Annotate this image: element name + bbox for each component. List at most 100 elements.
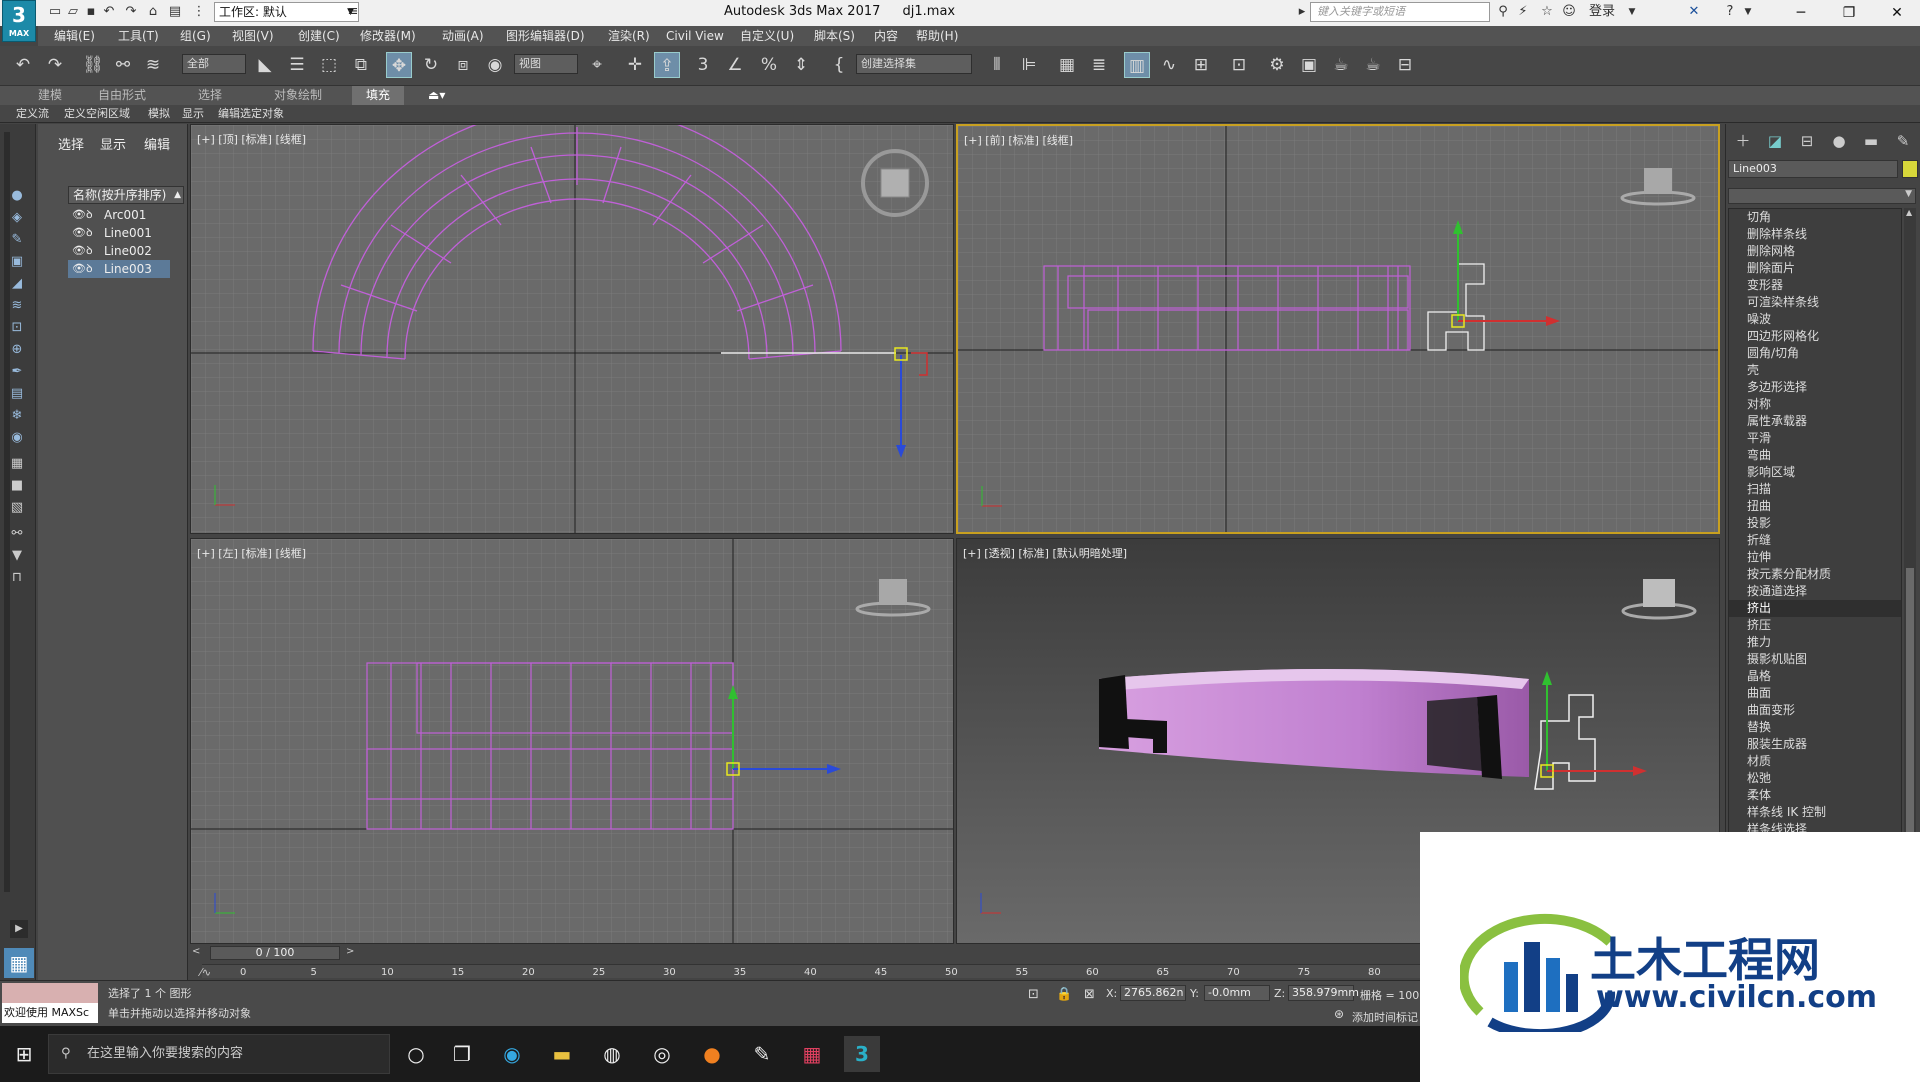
menu-animation[interactable]: 动画(A) bbox=[442, 27, 484, 45]
menu-create[interactable]: 创建(C) bbox=[298, 27, 340, 45]
z-coord-field[interactable]: 358.979mm bbox=[1288, 985, 1359, 1001]
object-color-swatch[interactable] bbox=[1902, 160, 1918, 178]
eye-icon[interactable]: 👁 bbox=[72, 224, 86, 242]
percent-snap-icon[interactable]: % bbox=[756, 52, 782, 78]
app-logo[interactable]: 3 MAX bbox=[2, 0, 36, 42]
viewport-label[interactable]: [+] [前] [标准] [线框] bbox=[964, 132, 1073, 148]
pivot-center-icon[interactable]: ⌖ bbox=[584, 52, 610, 78]
modifier-list-item[interactable]: 挤出 bbox=[1729, 600, 1901, 617]
menu-civil-view[interactable]: Civil View bbox=[666, 27, 724, 45]
modifier-list-item[interactable]: 删除面片 bbox=[1729, 260, 1901, 277]
display-containers-icon[interactable]: ▤ bbox=[6, 384, 28, 404]
angle-snap-icon[interactable]: ∠ bbox=[722, 52, 748, 78]
modifier-list-item[interactable]: 按元素分配材质 bbox=[1729, 566, 1901, 583]
bind-space-warp-icon[interactable]: ≋ bbox=[140, 52, 166, 78]
scene-tab-display[interactable]: 显示 bbox=[100, 134, 126, 153]
ribbon-tab-selection[interactable]: 选择 bbox=[198, 86, 222, 105]
menu-content[interactable]: 内容 bbox=[874, 27, 898, 45]
scene-object-row[interactable]: 👁 ꝺ Line001 bbox=[68, 224, 170, 242]
display-all-icon[interactable]: ▦ bbox=[6, 454, 28, 474]
help-chevron-icon[interactable]: ▼ bbox=[1742, 3, 1754, 21]
display-frozen-icon[interactable]: ❄ bbox=[6, 406, 28, 426]
curve-editor-mini-icon[interactable]: ⁄∿ bbox=[200, 966, 211, 979]
display-button[interactable]: 显示 bbox=[182, 105, 204, 123]
sync-selection-icon[interactable]: ⚯ bbox=[6, 524, 28, 544]
close-button[interactable]: ✕ bbox=[1874, 0, 1920, 26]
modifier-list-item[interactable]: 柔体 bbox=[1729, 787, 1901, 804]
open-file-icon[interactable]: ▱ bbox=[64, 3, 82, 21]
display-none-icon[interactable]: ■ bbox=[6, 476, 28, 496]
modifier-list-item[interactable]: 按通道选择 bbox=[1729, 583, 1901, 600]
modifier-list-item[interactable]: 扭曲 bbox=[1729, 498, 1901, 515]
window-crossing-icon[interactable]: ⧉ bbox=[348, 52, 374, 78]
motion-panel-icon[interactable]: ● bbox=[1828, 130, 1850, 152]
modifier-list-item[interactable]: 拉伸 bbox=[1729, 549, 1901, 566]
taskbar-search-input[interactable]: ⚲ 在这里输入你要搜索的内容 bbox=[48, 1034, 390, 1074]
file-explorer-icon[interactable]: ▬ bbox=[544, 1036, 580, 1072]
app-icon-1[interactable]: ◍ bbox=[594, 1036, 630, 1072]
display-panel-icon[interactable]: ▬ bbox=[1860, 130, 1882, 152]
modifier-list-item[interactable]: 摄影机贴图 bbox=[1729, 651, 1901, 668]
simulate-button[interactable]: 模拟 bbox=[148, 105, 170, 123]
viewport-top[interactable]: [+] [顶] [标准] [线框] bbox=[190, 124, 954, 534]
display-spacewarps-icon[interactable]: ≋ bbox=[6, 296, 28, 316]
modifier-list-item[interactable]: 变形器 bbox=[1729, 277, 1901, 294]
user-icon[interactable]: ☺ bbox=[1560, 3, 1578, 21]
hierarchy-panel-icon[interactable]: ⊟ bbox=[1796, 130, 1818, 152]
select-object-icon[interactable]: ◣ bbox=[252, 52, 278, 78]
modifier-list-item[interactable]: 可渲染样条线 bbox=[1729, 294, 1901, 311]
comm-center-icon[interactable]: ⚡ bbox=[1514, 3, 1532, 21]
modifier-list-item[interactable]: 折缝 bbox=[1729, 532, 1901, 549]
align-icon[interactable]: ⊫ bbox=[1016, 52, 1042, 78]
display-hidden-icon[interactable]: ◉ bbox=[6, 428, 28, 448]
modifier-list-item[interactable]: 扫描 bbox=[1729, 481, 1901, 498]
display-xrefs-icon[interactable]: ⊕ bbox=[6, 340, 28, 360]
new-file-icon[interactable]: ▭ bbox=[46, 3, 64, 21]
modifier-list-item[interactable]: 推力 bbox=[1729, 634, 1901, 651]
rect-region-icon[interactable]: ⬚ bbox=[316, 52, 342, 78]
modifier-list-item[interactable]: 影响区域 bbox=[1729, 464, 1901, 481]
display-groups-icon[interactable]: ⊡ bbox=[6, 318, 28, 338]
menu-group[interactable]: 组(G) bbox=[180, 27, 211, 45]
maxscript-input[interactable]: 欢迎使用 MAXSc bbox=[2, 1003, 98, 1023]
schematic-view-icon[interactable]: ⊞ bbox=[1188, 52, 1214, 78]
modifier-list-item[interactable]: 噪波 bbox=[1729, 311, 1901, 328]
scrollbar-thumb[interactable] bbox=[1906, 568, 1914, 838]
play-icon[interactable]: ▶ bbox=[10, 920, 28, 938]
modifier-list-item[interactable]: 曲面变形 bbox=[1729, 702, 1901, 719]
viewport-label[interactable]: [+] [透视] [标准] [默认明暗处理] bbox=[963, 545, 1127, 561]
name-column-header[interactable]: 名称(按升序排序) ▲ bbox=[68, 186, 184, 204]
viewport-label[interactable]: [+] [顶] [标准] [线框] bbox=[197, 131, 306, 147]
app-icon-2[interactable]: ◎ bbox=[644, 1036, 680, 1072]
time-tag-icon[interactable]: ⊛ bbox=[1334, 1007, 1344, 1021]
render-teapot-icon[interactable]: ☕ bbox=[1328, 52, 1354, 78]
scene-tab-select[interactable]: 选择 bbox=[58, 134, 84, 153]
undo-icon[interactable]: ↶ bbox=[100, 3, 118, 21]
named-selection-dropdown[interactable]: 创建选择集 bbox=[856, 54, 972, 74]
maxscript-listener[interactable]: 欢迎使用 MAXSc bbox=[2, 983, 98, 1023]
eye-icon[interactable]: 👁 bbox=[72, 260, 86, 278]
exchange-x-icon[interactable]: ✕ bbox=[1684, 3, 1704, 21]
eye-icon[interactable]: 👁 bbox=[72, 242, 86, 260]
menu-help[interactable]: 帮助(H) bbox=[916, 27, 958, 45]
scene-explorer-toggle-icon[interactable]: ▦ bbox=[1054, 52, 1080, 78]
scene-object-row[interactable]: 👁 ꝺ Line002 bbox=[68, 242, 170, 260]
workspace-dropdown[interactable]: 工作区: 默认 ▼ bbox=[214, 2, 359, 22]
windows-start-icon[interactable]: ⊞ bbox=[6, 1036, 42, 1072]
define-flows-button[interactable]: 定义流 bbox=[16, 105, 49, 123]
ribbon-tab-object-paint[interactable]: 对象绘制 bbox=[274, 86, 322, 105]
display-bones-icon[interactable]: ✒ bbox=[6, 362, 28, 382]
help-search-input[interactable]: 键入关键字或短语 bbox=[1310, 2, 1490, 22]
display-helpers-icon[interactable]: ◢ bbox=[6, 274, 28, 294]
menu-customize[interactable]: 自定义(U) bbox=[740, 27, 794, 45]
x-coord-field[interactable]: 2765.862n bbox=[1120, 985, 1186, 1001]
layer-explorer-icon[interactable]: ≣ bbox=[1086, 52, 1112, 78]
favorites-star-icon[interactable]: ☆ bbox=[1538, 3, 1556, 21]
modifier-list-item[interactable]: 服装生成器 bbox=[1729, 736, 1901, 753]
isolate-selection-icon[interactable]: ⊡ bbox=[1028, 987, 1039, 1002]
binoculars-icon[interactable]: ⚲ bbox=[1494, 3, 1512, 21]
menu-edit[interactable]: 编辑(E) bbox=[54, 27, 95, 45]
help-icon[interactable]: ? bbox=[1720, 3, 1740, 21]
object-name-field[interactable]: Line003 bbox=[1728, 160, 1898, 178]
more-icon[interactable]: ⋮ bbox=[190, 3, 208, 21]
